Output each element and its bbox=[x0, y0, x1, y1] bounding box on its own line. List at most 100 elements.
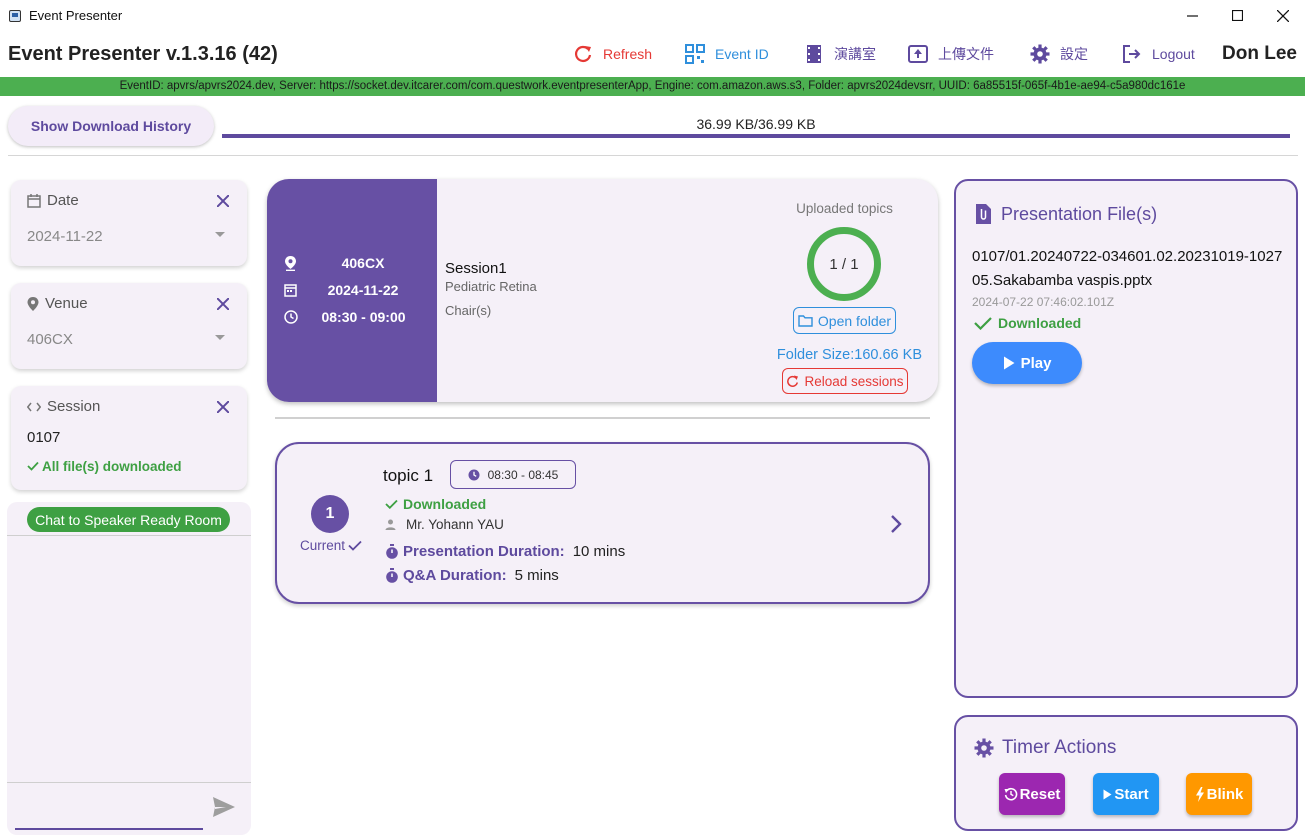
location-pin-icon bbox=[27, 296, 39, 311]
open-folder-label: Open folder bbox=[817, 312, 892, 329]
check-icon bbox=[27, 461, 39, 471]
location-pin-icon bbox=[285, 255, 296, 271]
session-summary-panel: 406CX 2024-11-22 08:30 - 09:00 bbox=[267, 179, 437, 402]
uploaded-topics-label: Uploaded topics bbox=[796, 201, 893, 216]
check-icon bbox=[974, 317, 992, 330]
event-id-label: Event ID bbox=[715, 46, 769, 62]
session-name: Session1 bbox=[445, 260, 507, 277]
venue-filter-value[interactable]: 406CX bbox=[27, 331, 73, 348]
clear-session-button[interactable] bbox=[216, 397, 230, 418]
timer-start-button[interactable]: Start bbox=[1093, 773, 1159, 815]
divider bbox=[8, 155, 1298, 156]
timer-reset-label: Reset bbox=[1019, 785, 1061, 803]
send-icon bbox=[213, 797, 235, 817]
play-button[interactable]: Play bbox=[972, 342, 1082, 384]
chevron-down-icon[interactable] bbox=[215, 232, 225, 237]
topic-speaker-name: Mr. Yohann YAU bbox=[406, 517, 504, 532]
topic-open-button[interactable] bbox=[890, 514, 902, 539]
presentation-duration-value: 10 mins bbox=[572, 543, 626, 560]
clear-venue-button[interactable] bbox=[216, 294, 230, 315]
stopwatch-icon bbox=[386, 544, 398, 559]
presentation-files-panel: Presentation File(s) 0107/01.20240722-03… bbox=[954, 179, 1298, 698]
presentation-file-status-text: Downloaded bbox=[998, 315, 1082, 331]
timer-reset-button[interactable]: Reset bbox=[999, 773, 1065, 815]
logout-button[interactable]: Logout bbox=[1122, 42, 1195, 66]
qa-duration-value: 5 mins bbox=[514, 567, 559, 584]
app-title: Event Presenter v.1.3.16 (42) bbox=[8, 43, 278, 65]
topic-card[interactable]: 1 Current topic 1 08:30 - 08:45 Download… bbox=[275, 442, 930, 604]
topic-current-label: Current bbox=[300, 538, 346, 553]
topic-current-indicator: Current bbox=[300, 538, 362, 553]
check-icon bbox=[385, 499, 398, 509]
check-icon bbox=[348, 540, 362, 551]
download-progress-text: 36.99 KB/36.99 KB bbox=[696, 116, 816, 132]
play-icon bbox=[1103, 789, 1112, 799]
refresh-button[interactable]: Refresh bbox=[573, 42, 652, 66]
timer-actions-panel: Timer Actions Reset Start Blink bbox=[954, 715, 1298, 831]
presentation-file-status: Downloaded bbox=[974, 315, 1081, 331]
show-download-history-button[interactable]: Show Download History bbox=[8, 106, 214, 146]
presentation-files-title: Presentation File(s) bbox=[1001, 203, 1158, 224]
uploaded-topics-count: 1 / 1 bbox=[829, 255, 859, 273]
session-filter[interactable]: Session 0107 All file(s) downloaded bbox=[11, 386, 247, 490]
qr-code-icon bbox=[685, 44, 705, 64]
upload-file-label: 上傳文件 bbox=[938, 46, 994, 62]
clear-date-button[interactable] bbox=[216, 191, 230, 212]
settings-button[interactable]: 設定 bbox=[1030, 42, 1088, 66]
session-time-row: 08:30 - 09:00 bbox=[284, 309, 429, 325]
presentation-file-timestamp: 2024-07-22 07:46:02.101Z bbox=[972, 295, 1115, 309]
session-filter-value[interactable]: 0107 bbox=[27, 429, 60, 446]
minimize-button[interactable] bbox=[1169, 0, 1215, 31]
topic-speaker: Mr. Yohann YAU bbox=[385, 517, 504, 532]
date-filter-label: Date bbox=[47, 192, 79, 209]
maximize-icon bbox=[1231, 10, 1243, 21]
chat-message-input[interactable] bbox=[15, 792, 203, 830]
session-time: 08:30 - 09:00 bbox=[321, 309, 406, 325]
chat-to-speaker-ready-room-button[interactable]: Chat to Speaker Ready Room bbox=[27, 507, 230, 532]
calendar-icon bbox=[27, 193, 41, 208]
presentation-files-header: Presentation File(s) bbox=[974, 203, 1157, 225]
stopwatch-icon bbox=[386, 568, 398, 583]
chevron-down-icon[interactable] bbox=[215, 335, 225, 340]
window-title: Event Presenter bbox=[29, 8, 123, 23]
folder-icon bbox=[798, 314, 813, 327]
upload-file-button[interactable]: 上傳文件 bbox=[908, 42, 994, 66]
topic-status-text: Downloaded bbox=[403, 496, 487, 512]
presentation-file-name[interactable]: 0107/01.20240722-034601.02.20231019-1027… bbox=[972, 245, 1287, 293]
user-name: Don Lee bbox=[1222, 43, 1297, 64]
close-icon bbox=[216, 400, 230, 414]
app-header: Event Presenter v.1.3.16 (42) Refresh Ev… bbox=[0, 31, 1305, 76]
open-folder-button[interactable]: Open folder bbox=[793, 307, 896, 334]
reload-sessions-label: Reload sessions bbox=[804, 373, 904, 389]
window-titlebar: Event Presenter bbox=[0, 0, 1305, 31]
topic-time: 08:30 - 08:45 bbox=[487, 467, 559, 482]
send-button[interactable] bbox=[212, 796, 236, 823]
presentation-duration-label: Presentation Duration: bbox=[403, 543, 565, 560]
venue-filter[interactable]: Venue 406CX bbox=[11, 283, 247, 369]
calendar-icon bbox=[284, 284, 297, 297]
play-label: Play bbox=[1020, 354, 1052, 372]
date-filter-header: Date bbox=[27, 192, 79, 209]
folder-size: Folder Size:160.66 KB bbox=[776, 347, 922, 363]
play-icon bbox=[1003, 356, 1015, 370]
divider bbox=[7, 535, 251, 536]
topic-download-status: Downloaded bbox=[385, 496, 486, 512]
download-progress-bar bbox=[222, 134, 1290, 138]
lecture-room-button[interactable]: 演講室 bbox=[804, 42, 876, 66]
topic-number-badge: 1 bbox=[311, 495, 349, 533]
clock-icon bbox=[284, 310, 298, 324]
timer-blink-button[interactable]: Blink bbox=[1186, 773, 1252, 815]
reload-sessions-button[interactable]: Reload sessions bbox=[782, 368, 908, 394]
session-card[interactable]: 406CX 2024-11-22 08:30 - 09:00 Session1 … bbox=[267, 179, 938, 402]
timer-actions-header: Timer Actions bbox=[974, 737, 1116, 759]
date-filter-value[interactable]: 2024-11-22 bbox=[27, 228, 103, 245]
topic-time-chip: 08:30 - 08:45 bbox=[450, 460, 576, 489]
maximize-button[interactable] bbox=[1214, 0, 1260, 31]
close-window-button[interactable] bbox=[1260, 0, 1305, 31]
timer-actions-title: Timer Actions bbox=[1002, 737, 1117, 758]
session-filter-label: Session bbox=[47, 398, 101, 415]
event-info-bar: EventID: apvrs/apvrs2024.dev, Server: ht… bbox=[0, 77, 1305, 96]
download-progress-fill bbox=[222, 134, 1290, 138]
event-id-button[interactable]: Event ID bbox=[685, 42, 769, 66]
date-filter[interactable]: Date 2024-11-22 bbox=[11, 180, 247, 266]
